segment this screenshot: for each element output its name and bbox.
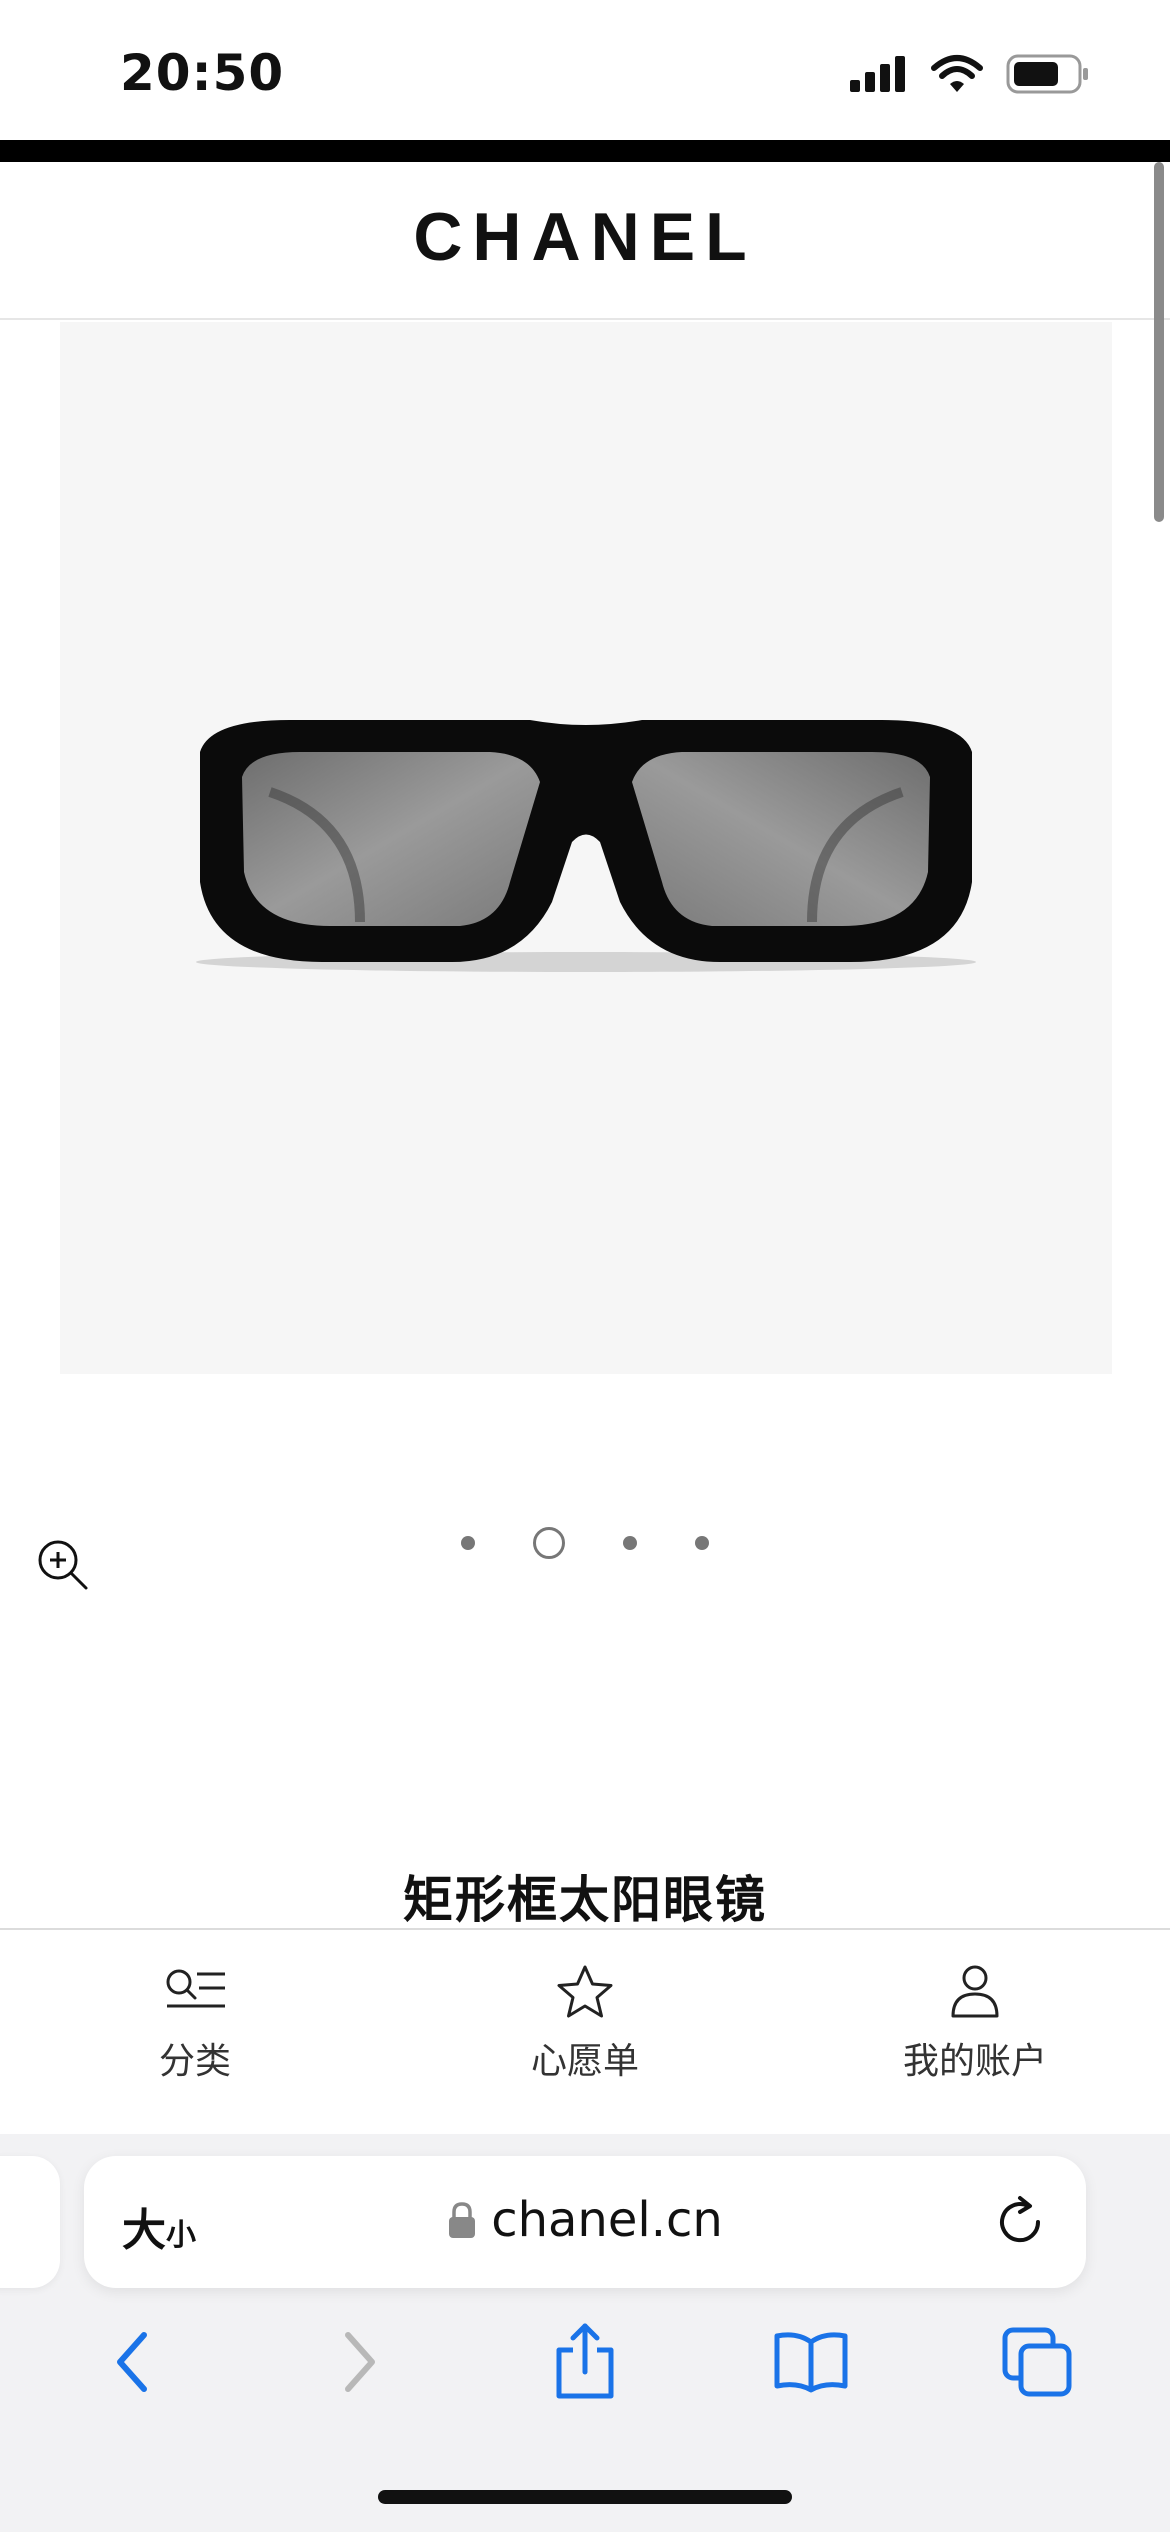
lock-icon bbox=[449, 2202, 476, 2238]
carousel-dot[interactable] bbox=[695, 1536, 709, 1550]
previous-tab-card[interactable] bbox=[0, 2156, 60, 2288]
home-indicator[interactable] bbox=[378, 2490, 792, 2504]
tabs-button[interactable] bbox=[995, 2320, 1079, 2404]
page-scrollbar[interactable] bbox=[1154, 162, 1164, 522]
carousel-dot[interactable] bbox=[623, 1536, 637, 1550]
tab-account-label: 我的账户 bbox=[902, 2041, 1047, 2082]
star-icon bbox=[557, 1965, 613, 2018]
address-bar[interactable]: 大小 chanel.cn bbox=[84, 2156, 1086, 2288]
site-header: CHANEL bbox=[0, 162, 1170, 320]
product-title: 矩形框太阳眼镜 bbox=[403, 1871, 767, 1929]
carousel-dot-active[interactable] bbox=[533, 1527, 565, 1559]
chevron-right-icon bbox=[345, 2332, 375, 2392]
product-image[interactable] bbox=[60, 322, 1112, 1374]
tab-wishlist-label: 心愿单 bbox=[530, 2041, 639, 2082]
battery-icon bbox=[1006, 54, 1088, 94]
tab-category[interactable]: 分类 bbox=[0, 1930, 390, 2134]
bottom-tab-bar: 分类 心愿单 我的账户 bbox=[0, 1928, 1170, 2136]
wifi-icon bbox=[931, 55, 983, 92]
status-icons bbox=[850, 54, 1090, 94]
browser-nav-row bbox=[0, 2316, 1170, 2408]
url-text: chanel.cn bbox=[491, 2192, 723, 2248]
tab-wishlist[interactable]: 心愿单 bbox=[390, 1930, 780, 2134]
chevron-left-icon bbox=[117, 2332, 147, 2392]
tabs-icon bbox=[1002, 2327, 1072, 2397]
cellular-signal-icon bbox=[850, 56, 905, 92]
reload-icon[interactable] bbox=[990, 2192, 1050, 2252]
share-icon bbox=[556, 2323, 614, 2399]
sunglasses-image bbox=[196, 720, 976, 972]
carousel-dot[interactable] bbox=[461, 1536, 475, 1550]
top-strip bbox=[0, 140, 1170, 162]
url-display[interactable]: chanel.cn bbox=[84, 2192, 1086, 2248]
person-icon bbox=[951, 1965, 999, 2018]
tab-category-label: 分类 bbox=[158, 2041, 231, 2082]
book-icon bbox=[774, 2332, 848, 2393]
share-button[interactable] bbox=[543, 2320, 627, 2404]
status-time: 20:50 bbox=[120, 44, 285, 102]
category-list-icon bbox=[166, 1969, 225, 2008]
back-button[interactable] bbox=[91, 2320, 175, 2404]
image-carousel-indicator bbox=[0, 1520, 1170, 1566]
tab-account[interactable]: 我的账户 bbox=[780, 1930, 1170, 2134]
brand-logo[interactable]: CHANEL bbox=[0, 198, 1170, 276]
bookmarks-button[interactable] bbox=[769, 2320, 853, 2404]
forward-button[interactable] bbox=[317, 2320, 401, 2404]
